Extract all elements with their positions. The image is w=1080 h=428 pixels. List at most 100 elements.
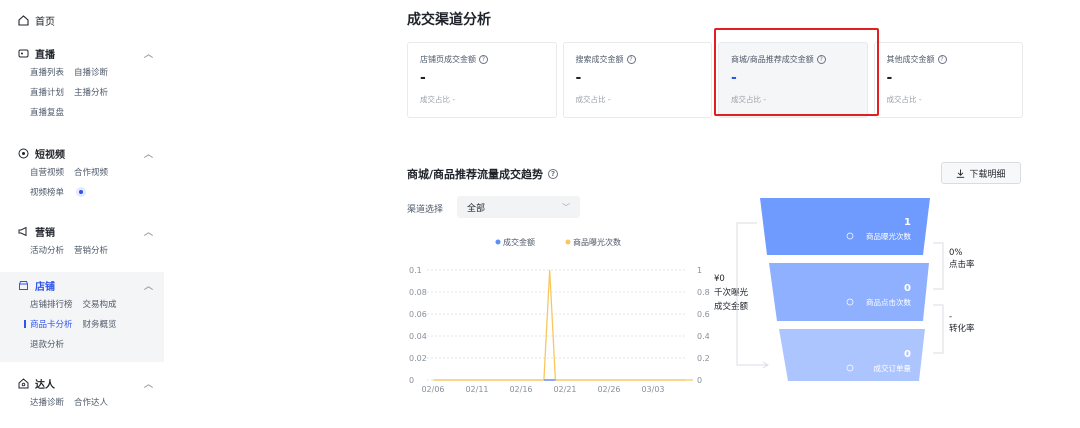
home-icon — [18, 15, 29, 26]
funnel-rate-label: 点击率 — [949, 259, 975, 270]
funnel-stage-label: 商品曝光次数 — [866, 231, 911, 241]
help-icon[interactable]: ? — [937, 55, 947, 64]
legend-marker — [565, 239, 571, 245]
highlight-box — [714, 28, 879, 116]
chevron-up-icon[interactable]: ︿ — [144, 225, 153, 238]
metric-ratio: 成交占比 - — [886, 95, 922, 104]
x-tick: 02/11 — [465, 385, 488, 394]
funnel-connector — [933, 304, 944, 354]
funnel-stage-value: 1 — [904, 217, 911, 228]
funnel-stage-label: 成交订单量 — [874, 363, 912, 373]
page-title: 成交渠道分析 — [407, 12, 491, 28]
group-marketing-header[interactable]: 营销 ︿ — [0, 222, 170, 240]
y-left-tick: 0 — [409, 376, 414, 385]
metric-value: - — [420, 70, 426, 86]
nav-item[interactable]: 达播诊断 — [30, 396, 64, 408]
nav-item[interactable]: 视频榜单 — [30, 186, 64, 198]
funnel-rate-label: 转化率 — [949, 323, 975, 334]
talent-icon — [18, 377, 29, 389]
trend-title-text: 商城/商品推荐流量成交趋势 — [407, 168, 544, 181]
legend-label[interactable]: 成交金额 — [503, 237, 535, 247]
nav-item[interactable]: 自营视频 — [30, 166, 64, 178]
download-icon — [957, 169, 965, 178]
nav-home-label: 首页 — [35, 17, 55, 28]
metric-label: 搜索成交金额 — [575, 55, 624, 64]
nav-item[interactable]: 主播分析 — [74, 86, 108, 98]
download-detail-button[interactable]: 下载明细 — [941, 162, 1021, 184]
nav-item[interactable]: 合作视频 — [74, 166, 108, 178]
y-left-tick: 0.04 — [409, 332, 427, 341]
chevron-up-icon[interactable]: ︿ — [144, 47, 153, 60]
nav-item[interactable]: 退款分析 — [30, 338, 64, 350]
group-marketing-title: 营销 — [35, 227, 55, 239]
group-live-header[interactable]: 直播 ︿ — [0, 44, 170, 62]
nav-item[interactable]: 交易构成 — [83, 298, 117, 310]
nav-item[interactable]: 直播复盘 — [30, 106, 64, 118]
group-talent-title: 达人 — [35, 379, 55, 391]
help-icon[interactable]: ? — [548, 169, 559, 179]
funnel-rate-value: - — [949, 312, 952, 322]
metric-label: 其他成交金额 — [886, 55, 935, 64]
nav-item[interactable]: 合作达人 — [74, 396, 108, 408]
legend-label[interactable]: 商品曝光次数 — [573, 237, 621, 247]
group-talent-header[interactable]: 达人 ︿ — [0, 374, 170, 392]
y-right-tick: 0 — [697, 376, 702, 385]
nav-item[interactable]: 直播计划 — [30, 86, 64, 98]
x-tick: 02/21 — [553, 385, 576, 394]
channel-select-value: 全部 — [467, 203, 486, 214]
metric-label: 店铺页成交金额 — [420, 55, 476, 64]
x-tick: 02/16 — [509, 385, 532, 394]
download-label: 下载明细 — [969, 169, 1006, 180]
metric-ratio: 成交占比 - — [420, 95, 456, 104]
chevron-up-icon[interactable]: ︿ — [144, 147, 153, 160]
funnel-left-label: ¥0 — [714, 274, 725, 284]
group-store-title: 店铺 — [35, 281, 55, 293]
nav-item[interactable]: 店铺排行榜 — [30, 298, 73, 310]
metric-card-other[interactable]: 其他成交金额? - 成交占比 - — [873, 42, 1023, 118]
trend-line-chart: 成交金额 商品曝光次数00.020.040.060.080.100.20.40.6… — [409, 237, 710, 394]
funnel-left-label: 千次曝光 — [714, 287, 749, 298]
nav-item[interactable]: 财务概览 — [83, 318, 117, 330]
funnel-stage-value: 0 — [904, 349, 911, 360]
group-store: 店铺 ︿ 店铺排行榜 交易构成 商品卡分析 财务概览 退款分析 — [0, 272, 164, 362]
metric-value: - — [575, 70, 582, 86]
nav-item[interactable]: 营销分析 — [74, 244, 108, 256]
live-icon — [18, 48, 29, 59]
chevron-up-icon[interactable]: ︿ — [144, 279, 153, 292]
help-icon[interactable]: ? — [626, 55, 636, 64]
metric-card-store-page[interactable]: 店铺页成交金额? - 成交占比 - — [407, 42, 557, 118]
group-store-header[interactable]: 店铺 ︿ — [0, 276, 164, 294]
funnel-left-label: 成交金额 — [714, 301, 749, 312]
new-dot-icon — [76, 187, 87, 197]
series-line-exposure — [435, 269, 693, 381]
group-short-video-header[interactable]: 短视频 ︿ — [0, 144, 170, 162]
nav-item[interactable]: 直播列表 — [30, 66, 64, 78]
trend-section-title: 商城/商品推荐流量成交趋势 ? — [407, 166, 559, 182]
nav-home[interactable]: 首页 — [18, 13, 55, 28]
group-talent: 达人 ︿ 达播诊断 合作达人 — [0, 374, 170, 412]
sidebar: 首页 直播 ︿ 直播列表 自播诊断 直播计划 主播分析 直播复盘 短视频 ︿ 自营视… — [0, 0, 170, 428]
metric-value: - — [886, 70, 893, 86]
chevron-up-icon[interactable]: ︿ — [144, 377, 153, 390]
megaphone-icon — [18, 226, 29, 237]
funnel-stage-value: 0 — [904, 283, 911, 294]
x-tick: 02/26 — [597, 385, 620, 394]
y-right-tick: 1 — [697, 266, 702, 275]
group-live: 直播 ︿ 直播列表 自播诊断 直播计划 主播分析 直播复盘 — [0, 44, 170, 122]
nav-item-current[interactable]: 商品卡分析 — [24, 318, 73, 330]
help-icon[interactable]: ? — [479, 55, 488, 64]
funnel-connector — [933, 242, 944, 290]
channel-select[interactable]: 全部 ﹀ — [457, 196, 580, 218]
y-left-tick: 0.1 — [409, 266, 422, 275]
group-live-title: 直播 — [35, 49, 55, 61]
y-left-tick: 0.06 — [409, 310, 427, 319]
nav-item[interactable]: 活动分析 — [30, 244, 64, 256]
nav-item[interactable]: 自播诊断 — [74, 66, 108, 78]
group-marketing: 营销 ︿ 活动分析 营销分析 — [0, 222, 170, 260]
video-icon — [18, 148, 29, 159]
metric-card-search[interactable]: 搜索成交金额? - 成交占比 - — [562, 42, 712, 118]
group-short-video: 短视频 ︿ 自营视频 合作视频 视频榜单 — [0, 144, 170, 202]
legend-marker — [495, 239, 501, 245]
store-icon — [18, 280, 29, 291]
group-short-video-title: 短视频 — [35, 149, 65, 161]
